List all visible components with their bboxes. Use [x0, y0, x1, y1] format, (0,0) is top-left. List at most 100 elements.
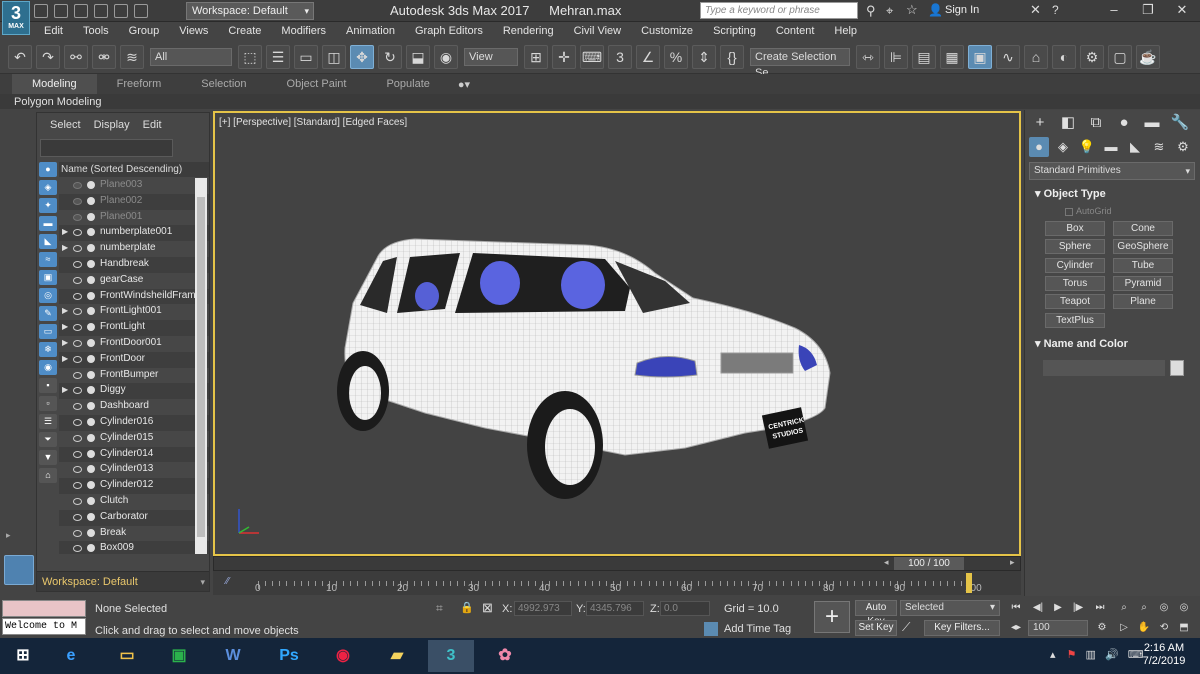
explorer-row[interactable]: Cylinder015	[59, 431, 209, 447]
zoom-extents-all-icon[interactable]: ◎	[1176, 600, 1192, 616]
explorer-row[interactable]: FrontWindsheildFrame	[59, 288, 209, 305]
geometry-icon[interactable]: ●	[1029, 137, 1049, 157]
previous-frame-icon[interactable]: ◀︎|	[1030, 600, 1046, 616]
workspace-dropdown[interactable]: Workspace: Default ▾	[186, 2, 314, 20]
eye-icon[interactable]	[73, 434, 82, 442]
display-cameras-icon[interactable]: ▬	[39, 216, 57, 231]
eye-icon[interactable]	[73, 529, 82, 537]
select-and-move-icon[interactable]: ✥	[350, 44, 374, 69]
explorer-row[interactable]: Handbreak	[59, 256, 209, 273]
search-icon[interactable]: ⚲	[866, 3, 876, 19]
maximize-button[interactable]: ❐	[1130, 0, 1166, 22]
menu-civil-view[interactable]: Civil View	[574, 25, 621, 37]
selection-lock-icon[interactable]: 🔒	[460, 601, 474, 614]
tab-freeform[interactable]: Freeform	[97, 74, 182, 94]
viewport-layout-tab[interactable]	[4, 555, 34, 585]
explorer-row[interactable]: ▶ FrontDoor	[59, 351, 209, 368]
eye-icon[interactable]	[73, 229, 82, 237]
viewport-label-menu[interactable]: [+] [Perspective] [Standard] [Edged Face…	[219, 117, 407, 128]
eye-icon[interactable]	[73, 182, 82, 189]
lock-cell-icon[interactable]: ⌂	[39, 468, 57, 483]
menu-scripting[interactable]: Scripting	[713, 25, 756, 37]
taskbar-clock[interactable]: 2:16 AM 7/2/2019	[1130, 642, 1198, 668]
eye-icon[interactable]	[73, 260, 82, 268]
shapes-icon[interactable]: ◈	[1053, 137, 1073, 157]
explorer-row[interactable]: Box009	[59, 541, 209, 554]
expand-arrow-icon[interactable]: ▶	[62, 338, 68, 347]
select-and-scale-icon[interactable]: ⬓	[406, 44, 430, 69]
photoshop-icon[interactable]: Ps	[266, 640, 312, 672]
orbit-icon[interactable]: ⟲	[1156, 620, 1172, 636]
render-setup-icon[interactable]: ⚙	[1080, 44, 1104, 69]
box-button[interactable]: Box	[1045, 221, 1105, 236]
cameras-icon[interactable]: ▬	[1101, 137, 1121, 157]
spacewarps-icon[interactable]: ≋	[1149, 137, 1169, 157]
panel-polygon-modeling[interactable]: Polygon Modeling	[14, 96, 101, 108]
save-file-icon[interactable]	[74, 4, 88, 18]
unlink-icon[interactable]: ⚮	[92, 44, 116, 69]
explorer-scroll-thumb[interactable]	[197, 197, 205, 537]
volume-icon[interactable]: 🔊	[1105, 649, 1119, 661]
bind-spacewarp-icon[interactable]: ≋	[120, 44, 144, 69]
explorer-row[interactable]: Carborator	[59, 509, 209, 526]
menu-group[interactable]: Group	[129, 25, 160, 37]
toggle-layer-explorer-icon[interactable]: ▦	[940, 44, 964, 69]
next-frame-icon[interactable]: |▶	[1070, 600, 1086, 616]
spinner-snap-icon[interactable]: ⇕	[692, 44, 716, 69]
geosphere-button[interactable]: GeoSphere	[1113, 239, 1173, 254]
sign-in-link[interactable]: Sign In	[945, 4, 979, 16]
user-icon[interactable]: 👤	[928, 3, 943, 17]
eye-icon[interactable]	[73, 371, 82, 379]
menu-views[interactable]: Views	[179, 25, 208, 37]
display-all-icon[interactable]: ▪	[39, 378, 57, 393]
plane-button[interactable]: Plane	[1113, 294, 1173, 309]
explorer-row[interactable]: gearCase	[59, 273, 209, 289]
material-editor-icon[interactable]: ◐	[1052, 44, 1076, 69]
prev-frame-icon[interactable]: ◂	[884, 557, 889, 568]
expand-arrow-icon[interactable]: ▶	[62, 385, 68, 394]
go-to-end-icon[interactable]: ⏭	[1092, 600, 1108, 616]
3ds-max-taskbar-icon[interactable]: 3	[428, 640, 474, 672]
object-type-rollout[interactable]: ▾ Object Type	[1029, 186, 1195, 202]
menu-tools[interactable]: Tools	[83, 25, 109, 37]
explorer-row[interactable]: Cylinder012	[59, 478, 209, 494]
play-icon[interactable]: ▶	[1050, 600, 1066, 616]
redo-icon[interactable]: ↷	[36, 44, 60, 69]
sphere-button[interactable]: Sphere	[1045, 239, 1105, 254]
explorer-row[interactable]: Cylinder014	[59, 446, 209, 463]
curve-editor-icon[interactable]: ∿	[996, 44, 1020, 69]
textplus-button[interactable]: TextPlus	[1045, 313, 1105, 328]
set-keys-button[interactable]: +	[814, 601, 850, 633]
eye-icon[interactable]	[73, 245, 82, 253]
helpers-icon[interactable]: ◣	[1125, 137, 1145, 157]
menu-edit[interactable]: Edit	[44, 25, 63, 37]
display-spacewarps-icon[interactable]: ≈	[39, 252, 57, 267]
manipulate-icon[interactable]: ✛	[552, 44, 576, 69]
time-slider-frame[interactable]: 100 / 100	[894, 557, 964, 570]
maximize-viewport-icon[interactable]: ⬒	[1176, 620, 1192, 636]
explorer-menu-display[interactable]: Display	[94, 119, 130, 131]
rendered-frame-window-icon[interactable]: ▢	[1108, 44, 1132, 69]
utilities-tab-icon[interactable]: 🔧	[1169, 113, 1191, 133]
cone-button[interactable]: Cone	[1113, 221, 1173, 236]
time-configuration-icon[interactable]: ⚙	[1094, 620, 1110, 636]
selection-filter-dropdown[interactable]: All	[150, 47, 232, 66]
snap-toggle-icon[interactable]: 3	[608, 44, 632, 69]
mirror-icon[interactable]: ⇿	[856, 44, 880, 69]
eye-icon[interactable]	[73, 339, 82, 347]
menu-animation[interactable]: Animation	[346, 25, 395, 37]
current-frame-field[interactable]: 100	[1028, 620, 1088, 636]
expand-arrow-icon[interactable]: ▶	[62, 306, 68, 315]
modify-tab-icon[interactable]: ◧	[1057, 113, 1079, 133]
reference-coord-dropdown[interactable]: View	[464, 47, 518, 66]
explorer-row[interactable]: ▶ FrontDoor001	[59, 336, 209, 352]
eye-icon[interactable]	[73, 450, 82, 458]
menu-rendering[interactable]: Rendering	[503, 25, 554, 37]
eye-icon[interactable]	[73, 355, 82, 363]
explorer-column-header[interactable]: Name (Sorted Descending)	[59, 162, 209, 177]
menu-create[interactable]: Create	[228, 25, 261, 37]
align-icon[interactable]: ⊫	[884, 44, 908, 69]
hierarchy-tab-icon[interactable]: ⧉	[1085, 113, 1107, 133]
tab-object-paint[interactable]: Object Paint	[267, 74, 367, 94]
zoom-icon[interactable]: ⌕	[1116, 600, 1132, 616]
